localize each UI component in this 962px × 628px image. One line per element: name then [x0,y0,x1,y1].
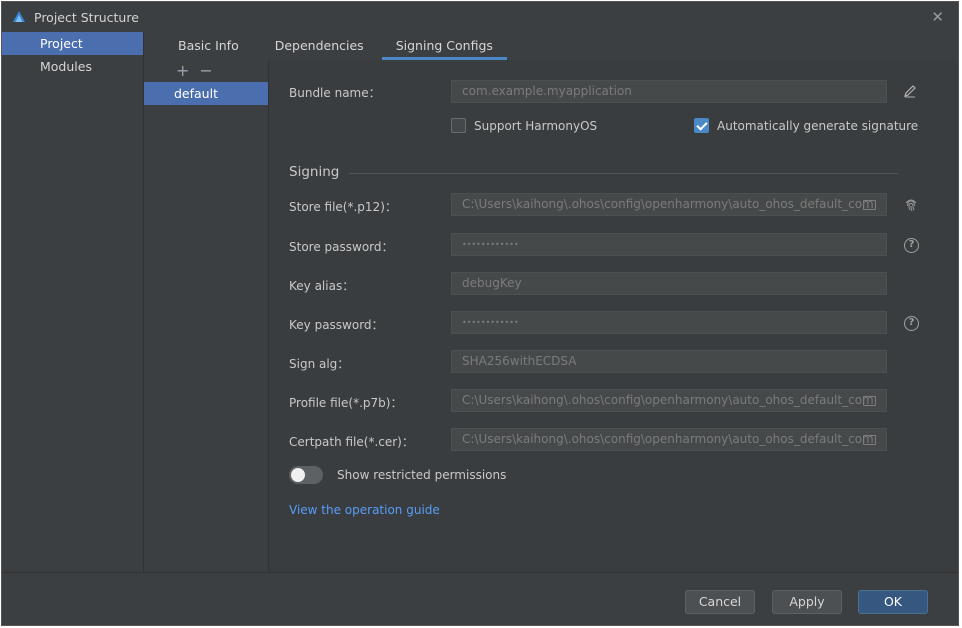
ok-button[interactable]: OK [858,590,928,614]
close-icon[interactable]: ✕ [931,8,944,26]
edit-pencil-icon[interactable] [903,84,917,98]
window-title: Project Structure [34,9,139,25]
certpath-file-label: Certpath file(*.cer)： [289,435,414,449]
key-password-label: Key password： [289,318,384,332]
help-icon[interactable]: ? [904,238,919,253]
auto-generate-signature-checkbox[interactable] [694,118,709,133]
help-icon[interactable]: ? [904,316,919,331]
bundle-name-field[interactable]: com.example.myapplication [451,80,887,103]
signing-config-list: + − default [144,60,268,572]
bundle-name-label: Bundle name： [289,86,381,100]
restricted-permissions-toggle[interactable] [289,466,323,484]
certpath-file-value: C:\Users\kaihong\.ohos\config\openharmon… [462,432,874,446]
app-logo-icon [13,11,25,22]
folder-icon[interactable] [863,435,876,445]
sign-alg-field[interactable]: SHA256withECDSA [451,350,887,373]
list-toolbar: + − [144,60,268,82]
nav-item-modules[interactable]: Modules [2,55,143,78]
key-password-field[interactable]: •••••••••••• [451,311,887,334]
add-config-button[interactable]: + [176,63,189,79]
store-password-field[interactable]: •••••••••••• [451,233,887,256]
restricted-permissions-label: Show restricted permissions [337,468,507,482]
left-navigation: Project Modules [2,32,143,572]
tab-basic-info[interactable]: Basic Info [164,32,253,60]
project-structure-dialog: Project Structure ✕ Project Modules Basi… [1,1,959,626]
key-alias-field[interactable]: debugKey [451,272,887,295]
certpath-file-field[interactable]: C:\Users\kaihong\.ohos\config\openharmon… [451,428,887,451]
support-harmonyos-label: Support HarmonyOS [474,119,598,133]
store-file-label: Store file(*.p12)： [289,200,397,214]
fingerprint-icon[interactable] [903,197,919,213]
tab-bar: Basic Info Dependencies Signing Configs [144,32,958,60]
apply-button[interactable]: Apply [772,590,842,614]
key-alias-label: Key alias： [289,279,355,293]
profile-file-field[interactable]: C:\Users\kaihong\.ohos\config\openharmon… [451,389,887,412]
cancel-button[interactable]: Cancel [685,590,755,614]
nav-item-project[interactable]: Project [2,32,143,55]
signing-section-divider [349,173,898,174]
folder-icon[interactable] [863,200,876,210]
support-harmonyos-checkbox[interactable] [451,118,466,133]
title-bar: Project Structure ✕ [2,2,958,32]
dialog-footer: Cancel Apply OK [2,572,958,625]
store-file-field[interactable]: C:\Users\kaihong\.ohos\config\openharmon… [451,193,887,216]
signing-section-title: Signing [289,164,340,180]
store-password-label: Store password： [289,240,394,254]
tab-dependencies[interactable]: Dependencies [261,32,378,60]
sign-alg-label: Sign alg： [289,357,350,371]
store-file-value: C:\Users\kaihong\.ohos\config\openharmon… [462,197,874,211]
toggle-knob [291,468,305,482]
auto-generate-signature-label: Automatically generate signature [717,119,919,133]
operation-guide-link[interactable]: View the operation guide [289,503,440,517]
remove-config-button[interactable]: − [199,63,212,79]
signing-configs-panel: Bundle name： com.example.myapplication S… [269,60,958,572]
tab-signing-configs[interactable]: Signing Configs [381,32,508,60]
folder-icon[interactable] [863,396,876,406]
profile-file-label: Profile file(*.p7b)： [289,396,403,410]
profile-file-value: C:\Users\kaihong\.ohos\config\openharmon… [462,393,874,407]
config-item-default[interactable]: default [144,82,268,105]
